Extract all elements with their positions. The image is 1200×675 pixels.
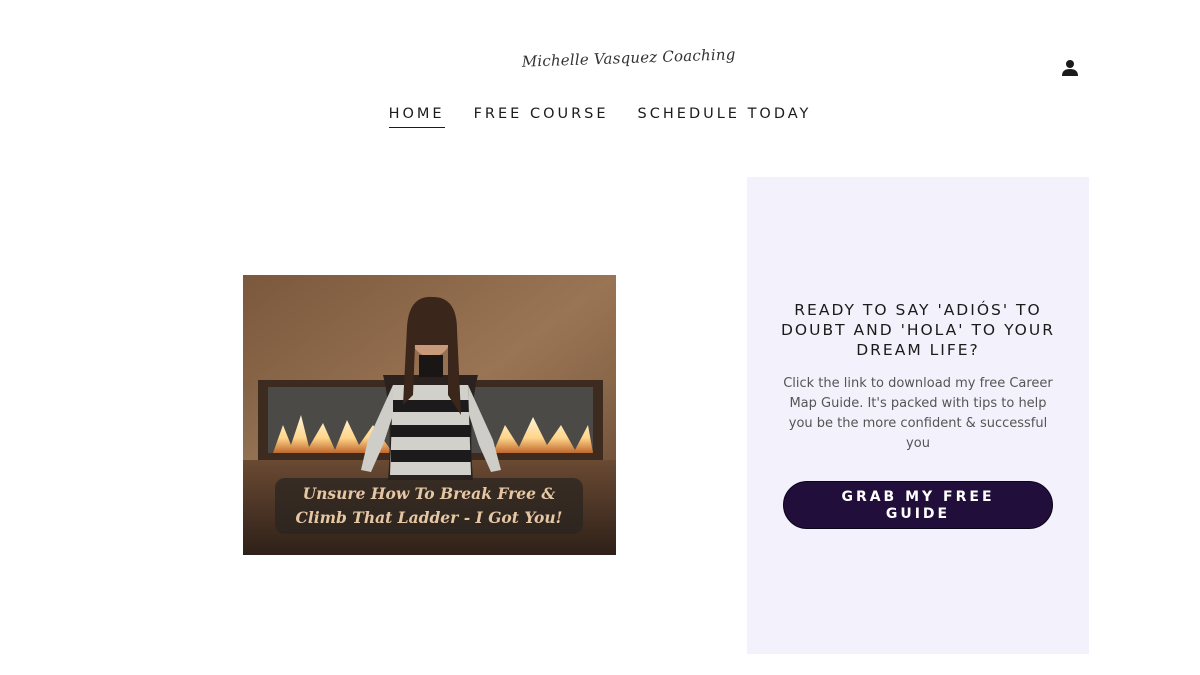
nav-schedule-today[interactable]: SCHEDULE TODAY (638, 106, 812, 128)
grab-guide-button[interactable]: GRAB MY FREE GUIDE (783, 481, 1053, 529)
hero-image: Unsure How To Break Free & Climb That La… (243, 275, 616, 555)
brand-logo[interactable]: Michelle Vasquez Coaching (519, 41, 735, 93)
nav-home[interactable]: HOME (388, 106, 445, 128)
user-icon[interactable] (1061, 59, 1079, 77)
cta-body: Click the link to download my free Caree… (783, 376, 1053, 451)
hero-caption-line2: Climb That Ladder - I Got You! (295, 508, 563, 527)
nav-free-course[interactable]: FREE COURSE (474, 106, 609, 128)
brand-logo-text: Michelle Vasquez Coaching (521, 45, 736, 71)
hero-caption-line1: Unsure How To Break Free & (302, 484, 556, 503)
hero-caption: Unsure How To Break Free & Climb That La… (275, 478, 583, 534)
cta-panel: READY TO SAY 'ADIÓS' TO DOUBT AND 'HOLA'… (747, 177, 1089, 654)
cta-heading: READY TO SAY 'ADIÓS' TO DOUBT AND 'HOLA'… (781, 301, 1055, 359)
main-nav: HOME FREE COURSE SCHEDULE TODAY (0, 106, 1200, 128)
